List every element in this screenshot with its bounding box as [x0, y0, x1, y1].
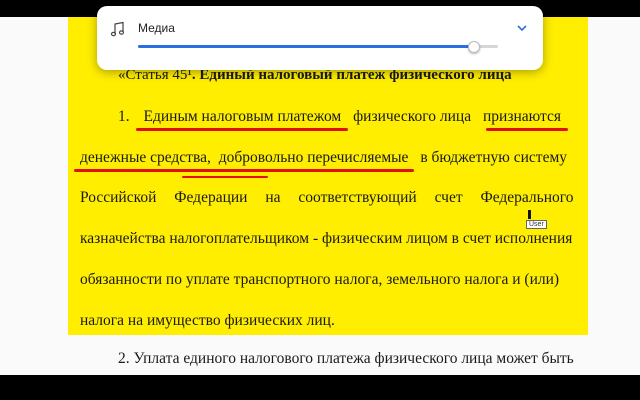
music-note-icon	[110, 21, 125, 37]
red-underline-3	[74, 169, 414, 172]
paragraph-number: 1.	[118, 108, 130, 125]
underlined-phrase-1: Единым налоговым платежом	[143, 108, 342, 125]
paragraph-1-line-1: 1. Единым налоговым платежом физического…	[118, 108, 561, 126]
underlined-phrase-4: добровольно перечисляемые	[218, 149, 409, 166]
underlined-phrase-3: денежные средства,	[80, 149, 211, 166]
chevron-down-icon[interactable]	[515, 21, 529, 35]
volume-slider-thumb[interactable]	[467, 41, 480, 53]
bottom-letterbox	[0, 375, 640, 400]
phrase-physical-person: физического лица	[353, 108, 472, 125]
paragraph-2-line-1: 2. Уплата единого налогового платежа физ…	[118, 350, 574, 367]
paragraph-1-line-4: казначейства налогоплательщиком - физиче…	[80, 230, 573, 247]
phrase-budget-system: в бюджетную систему	[420, 149, 568, 166]
red-underline-1	[136, 128, 348, 131]
volume-slider[interactable]	[138, 41, 498, 53]
paragraph-1-line-2: денежные средства, добровольно перечисля…	[80, 149, 567, 167]
paragraph-1-line-6: налога на имущество физических лиц.	[80, 312, 335, 329]
text-cursor-icon	[528, 210, 531, 219]
media-title: Медиа	[138, 21, 175, 35]
cursor-user-tag: User	[526, 220, 547, 229]
red-underline-4	[182, 176, 268, 178]
document-page: «Статья 45¹. Единый налоговый платеж физ…	[0, 17, 640, 375]
red-underline-2	[486, 128, 568, 131]
paragraph-1-line-5: обязанности по уплате транспортного нало…	[80, 271, 560, 288]
media-volume-panel: Медиа	[97, 6, 543, 70]
paragraph-1-line-3: Российской Федерации на соответствующий …	[80, 189, 574, 206]
underlined-phrase-2: признаются	[482, 108, 561, 125]
volume-slider-fill	[138, 45, 473, 48]
